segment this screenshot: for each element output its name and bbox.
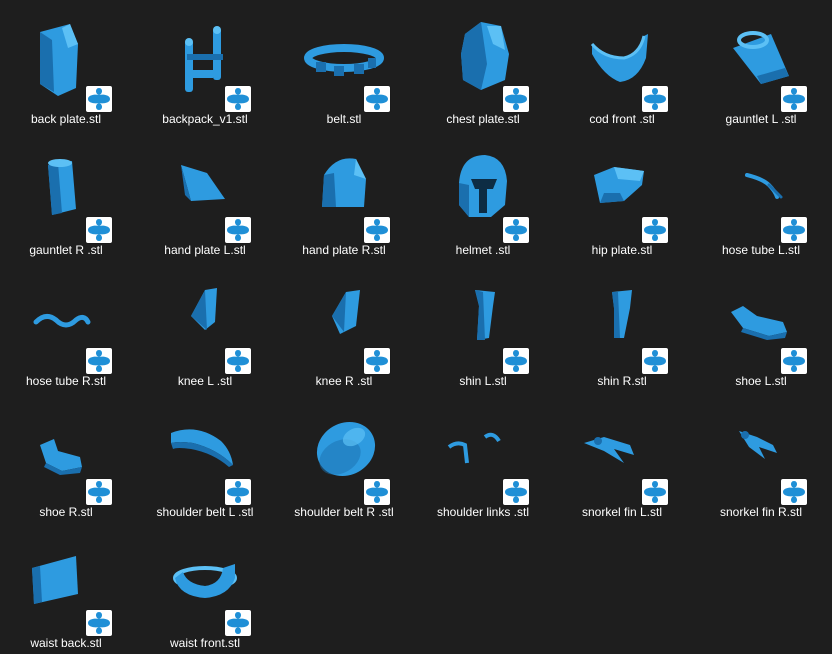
file-tile[interactable]: hose tube L.stl bbox=[699, 141, 832, 272]
file-name: shin L.stl bbox=[459, 374, 507, 388]
file-name: knee L .stl bbox=[177, 374, 233, 388]
file-name: snorkel fin L.stl bbox=[581, 505, 663, 519]
file-name: hip plate.stl bbox=[591, 243, 653, 257]
3d-viewer-app-icon bbox=[781, 217, 807, 243]
file-name: knee R .stl bbox=[315, 374, 373, 388]
3d-viewer-app-icon bbox=[86, 217, 112, 243]
file-name: cod front .stl bbox=[589, 112, 655, 126]
3d-viewer-app-icon bbox=[781, 479, 807, 505]
file-name: hand plate R.stl bbox=[302, 243, 386, 257]
file-name: waist front.stl bbox=[169, 636, 241, 650]
file-tile[interactable]: knee R .stl bbox=[282, 272, 421, 403]
file-tile[interactable]: shin R.stl bbox=[560, 272, 699, 403]
file-tile[interactable]: gauntlet R .stl bbox=[4, 141, 143, 272]
file-tile[interactable]: knee L .stl bbox=[143, 272, 282, 403]
file-name: shoulder links .stl bbox=[436, 505, 530, 519]
file-tile[interactable]: shoulder belt R .stl bbox=[282, 403, 421, 534]
3d-viewer-app-icon bbox=[503, 86, 529, 112]
file-tile[interactable]: shoe L.stl bbox=[699, 272, 832, 403]
file-name: shin R.stl bbox=[597, 374, 647, 388]
file-name: shoe R.stl bbox=[39, 505, 93, 519]
file-tile[interactable]: waist back.stl bbox=[4, 534, 143, 654]
3d-viewer-app-icon bbox=[503, 479, 529, 505]
file-name: belt.stl bbox=[326, 112, 362, 126]
file-name: backpack_v1.stl bbox=[162, 112, 248, 126]
3d-viewer-app-icon bbox=[781, 86, 807, 112]
file-tile[interactable]: shoulder links .stl bbox=[421, 403, 560, 534]
3d-viewer-app-icon bbox=[86, 610, 112, 636]
3d-viewer-app-icon bbox=[225, 610, 251, 636]
file-name: gauntlet R .stl bbox=[29, 243, 103, 257]
file-tile[interactable]: hose tube R.stl bbox=[4, 272, 143, 403]
file-grid: back plate.stl backpack_v1.stl belt.stl … bbox=[0, 0, 832, 654]
file-tile[interactable]: snorkel fin R.stl bbox=[699, 403, 832, 534]
file-tile[interactable]: belt.stl bbox=[282, 10, 421, 141]
file-tile[interactable]: shin L.stl bbox=[421, 272, 560, 403]
file-name: hand plate L.stl bbox=[164, 243, 246, 257]
3d-viewer-app-icon bbox=[503, 348, 529, 374]
file-tile[interactable]: chest plate.stl bbox=[421, 10, 560, 141]
file-name: hose tube L.stl bbox=[721, 243, 801, 257]
file-name: helmet .stl bbox=[455, 243, 511, 257]
file-tile[interactable]: hip plate.stl bbox=[560, 141, 699, 272]
file-tile[interactable]: waist front.stl bbox=[143, 534, 282, 654]
3d-viewer-app-icon bbox=[781, 348, 807, 374]
file-name: waist back.stl bbox=[30, 636, 102, 650]
file-tile[interactable]: helmet .stl bbox=[421, 141, 560, 272]
file-tile[interactable]: cod front .stl bbox=[560, 10, 699, 141]
3d-viewer-app-icon bbox=[642, 217, 668, 243]
3d-viewer-app-icon bbox=[642, 86, 668, 112]
file-tile[interactable]: shoulder belt L .stl bbox=[143, 403, 282, 534]
3d-viewer-app-icon bbox=[642, 479, 668, 505]
file-name: chest plate.stl bbox=[446, 112, 520, 126]
file-tile[interactable]: snorkel fin L.stl bbox=[560, 403, 699, 534]
file-name: back plate.stl bbox=[30, 112, 102, 126]
3d-viewer-app-icon bbox=[86, 86, 112, 112]
3d-viewer-app-icon bbox=[503, 217, 529, 243]
file-name: snorkel fin R.stl bbox=[719, 505, 803, 519]
file-tile[interactable]: hand plate L.stl bbox=[143, 141, 282, 272]
3d-viewer-app-icon bbox=[364, 348, 390, 374]
3d-viewer-app-icon bbox=[225, 479, 251, 505]
3d-viewer-app-icon bbox=[364, 479, 390, 505]
3d-viewer-app-icon bbox=[364, 217, 390, 243]
file-name: shoulder belt R .stl bbox=[294, 505, 394, 519]
file-tile[interactable]: backpack_v1.stl bbox=[143, 10, 282, 141]
file-name: hose tube R.stl bbox=[25, 374, 107, 388]
file-name: gauntlet L .stl bbox=[725, 112, 797, 126]
3d-viewer-app-icon bbox=[225, 86, 251, 112]
3d-viewer-app-icon bbox=[86, 479, 112, 505]
3d-viewer-app-icon bbox=[86, 348, 112, 374]
file-tile[interactable]: shoe R.stl bbox=[4, 403, 143, 534]
3d-viewer-app-icon bbox=[364, 86, 390, 112]
file-tile[interactable]: back plate.stl bbox=[4, 10, 143, 141]
file-name: shoulder belt L .stl bbox=[156, 505, 254, 519]
3d-viewer-app-icon bbox=[225, 217, 251, 243]
file-tile[interactable]: hand plate R.stl bbox=[282, 141, 421, 272]
3d-viewer-app-icon bbox=[642, 348, 668, 374]
file-name: shoe L.stl bbox=[735, 374, 787, 388]
file-tile[interactable]: gauntlet L .stl bbox=[699, 10, 832, 141]
3d-viewer-app-icon bbox=[225, 348, 251, 374]
